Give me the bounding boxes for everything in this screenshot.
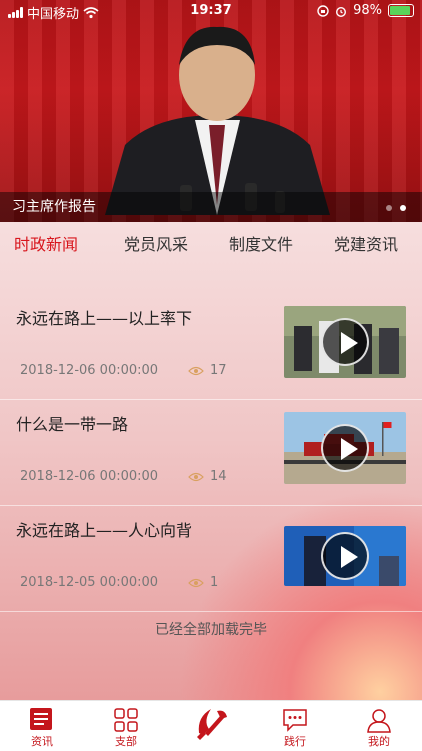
news-date: 2018-12-06 00:00:00 (20, 469, 159, 484)
nav-label: 践行 (284, 735, 306, 748)
banner-caption: 习主席作报告 (12, 199, 96, 215)
nav-label: 资讯 (31, 735, 53, 748)
load-complete-note: 已经全部加载完毕 (155, 622, 267, 638)
video-thumbnail[interactable] (284, 306, 406, 378)
battery-percent: 98% (353, 3, 382, 18)
orientation-lock-icon (317, 4, 329, 17)
carousel-dot-active[interactable] (400, 205, 406, 211)
eye-icon (188, 366, 204, 375)
banner-carousel[interactable]: 习主席作报告 (0, 0, 422, 222)
play-button[interactable] (321, 424, 369, 472)
eye-icon (188, 578, 204, 587)
alarm-icon (336, 6, 347, 17)
bottom-nav: 资讯 支部 践行 我的 (0, 700, 422, 751)
news-item[interactable]: 永远在路上——人心向背 2018-12-05 00:00:00 1 (0, 505, 422, 612)
nav-news[interactable]: 资讯 (0, 701, 84, 751)
nav-profile[interactable]: 我的 (337, 701, 421, 751)
nav-practice[interactable]: 践行 (253, 701, 337, 751)
nav-label: 支部 (115, 735, 137, 748)
view-count: 14 (188, 469, 227, 484)
battery-icon (388, 4, 414, 17)
news-date: 2018-12-06 00:00:00 (20, 363, 159, 378)
news-date: 2018-12-05 00:00:00 (20, 575, 159, 590)
nav-label: 我的 (368, 735, 390, 748)
news-content: 时政新闻 党员风采 制度文件 党建资讯 永远在路上——以上率下 2018-12-… (0, 222, 422, 700)
view-count-value: 17 (210, 363, 227, 378)
news-title: 永远在路上——人心向背 (16, 521, 193, 540)
category-tabs: 时政新闻 党员风采 制度文件 党建资讯 (0, 222, 422, 262)
carousel-dot[interactable] (386, 205, 392, 211)
video-thumbnail[interactable] (284, 412, 406, 484)
tab-member-style[interactable]: 党员风采 (124, 231, 188, 255)
play-button[interactable] (321, 532, 369, 580)
carousel-indicator (386, 205, 406, 211)
chat-icon (283, 709, 307, 732)
view-count-value: 1 (210, 575, 219, 590)
banner-photo (105, 26, 330, 215)
view-count: 17 (188, 363, 227, 378)
status-bar: 中国移动 19:37 98% (0, 0, 422, 22)
view-count: 1 (188, 575, 218, 590)
news-title: 什么是一带一路 (16, 415, 129, 434)
news-icon (30, 708, 52, 730)
party-emblem-icon (197, 709, 227, 740)
tab-regulations[interactable]: 制度文件 (229, 231, 293, 255)
news-item[interactable]: 什么是一带一路 2018-12-06 00:00:00 14 (0, 399, 422, 506)
play-button[interactable] (321, 318, 369, 366)
eye-icon (188, 472, 204, 481)
nav-party-home[interactable] (169, 701, 253, 751)
tab-current-politics[interactable]: 时政新闻 (14, 231, 78, 255)
grid-icon (114, 708, 138, 732)
nav-branch[interactable]: 支部 (84, 701, 168, 751)
view-count-value: 14 (210, 469, 227, 484)
profile-icon (367, 709, 391, 733)
news-item[interactable]: 永远在路上——以上率下 2018-12-06 00:00:00 17 (0, 293, 422, 400)
news-title: 永远在路上——以上率下 (16, 309, 193, 328)
tab-party-news[interactable]: 党建资讯 (334, 231, 398, 255)
video-thumbnail[interactable] (284, 526, 406, 586)
